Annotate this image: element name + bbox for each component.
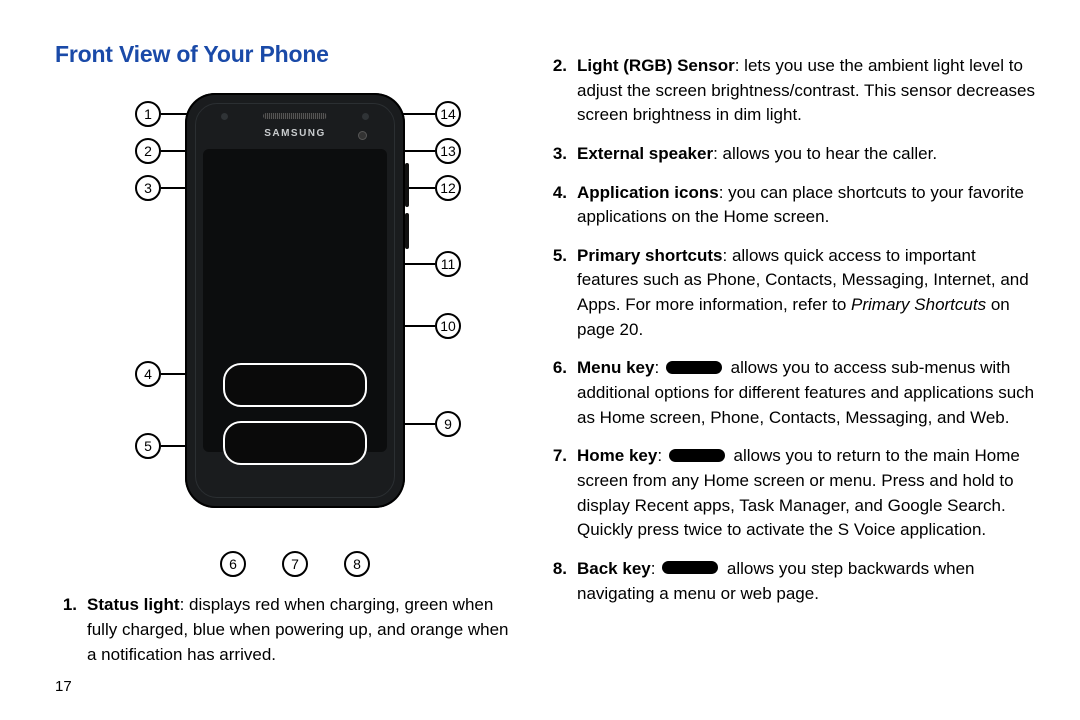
left-column: Front View of Your Phone SAMSUNG — [55, 38, 515, 692]
legend-num: 3. — [545, 142, 577, 167]
legend-item: 7. Home key: allows you to return to the… — [545, 444, 1035, 543]
sensor-dot-icon — [221, 113, 228, 120]
back-key-icon — [662, 561, 718, 574]
legend-item: 1. Status light: displays red when charg… — [55, 593, 515, 667]
callout-9: 9 — [435, 411, 461, 437]
section-heading: Front View of Your Phone — [55, 38, 515, 71]
legend-item: 8. Back key: allows you step backwards w… — [545, 557, 1035, 606]
phone-illustration: SAMSUNG — [185, 93, 405, 508]
legend-body: Back key: allows you step backwards when… — [577, 557, 1035, 606]
legend-body: Menu key: allows you to access sub-menus… — [577, 356, 1035, 430]
legend-num: 2. — [545, 54, 577, 128]
callout-10: 10 — [435, 313, 461, 339]
home-key-icon — [669, 449, 725, 462]
legend-item: 4. Application icons: you can place shor… — [545, 181, 1035, 230]
legend-num: 4. — [545, 181, 577, 230]
legend-item: 6. Menu key: allows you to access sub-me… — [545, 356, 1035, 430]
phone-brand-label: SAMSUNG — [264, 127, 326, 142]
legend-body: Primary shortcuts: allows quick access t… — [577, 244, 1035, 343]
cross-reference: Primary Shortcuts — [851, 295, 986, 314]
callout-12: 12 — [435, 175, 461, 201]
front-camera-icon — [358, 131, 367, 140]
callout-5: 5 — [135, 433, 161, 459]
legend-right: 2. Light (RGB) Sensor: lets you use the … — [545, 54, 1035, 606]
callout-1: 1 — [135, 101, 161, 127]
callout-2: 2 — [135, 138, 161, 164]
legend-num: 1. — [55, 593, 87, 667]
side-button-icon — [405, 213, 409, 249]
legend-body: Home key: allows you to return to the ma… — [577, 444, 1035, 543]
menu-key-icon — [666, 361, 722, 374]
legend-body: Light (RGB) Sensor: lets you use the amb… — [577, 54, 1035, 128]
legend-num: 5. — [545, 244, 577, 343]
legend-num: 8. — [545, 557, 577, 606]
widget-box-icon — [223, 363, 367, 407]
callout-8: 8 — [344, 551, 370, 577]
legend-num: 6. — [545, 356, 577, 430]
speaker-grille-icon — [263, 113, 327, 119]
right-column: 2. Light (RGB) Sensor: lets you use the … — [545, 38, 1035, 692]
phone-diagram: SAMSUNG 1 2 3 4 5 14 13 12 11 10 9 6 — [110, 93, 490, 583]
callout-6: 6 — [220, 551, 246, 577]
callout-3: 3 — [135, 175, 161, 201]
page-number: 17 — [55, 676, 72, 698]
legend-item: 2. Light (RGB) Sensor: lets you use the … — [545, 54, 1035, 128]
legend-left: 1. Status light: displays red when charg… — [55, 593, 515, 681]
callout-7: 7 — [282, 551, 308, 577]
widget-box-icon — [223, 421, 367, 465]
legend-num: 7. — [545, 444, 577, 543]
sensor-dot-icon — [362, 113, 369, 120]
legend-item: 3. External speaker: allows you to hear … — [545, 142, 1035, 167]
callout-14: 14 — [435, 101, 461, 127]
legend-body: Application icons: you can place shortcu… — [577, 181, 1035, 230]
callout-13: 13 — [435, 138, 461, 164]
side-button-icon — [405, 163, 409, 207]
callout-4: 4 — [135, 361, 161, 387]
legend-item: 5. Primary shortcuts: allows quick acces… — [545, 244, 1035, 343]
legend-body: External speaker: allows you to hear the… — [577, 142, 1035, 167]
manual-page: Front View of Your Phone SAMSUNG — [0, 0, 1080, 720]
legend-body: Status light: displays red when charging… — [87, 593, 515, 667]
callout-11: 11 — [435, 251, 461, 277]
